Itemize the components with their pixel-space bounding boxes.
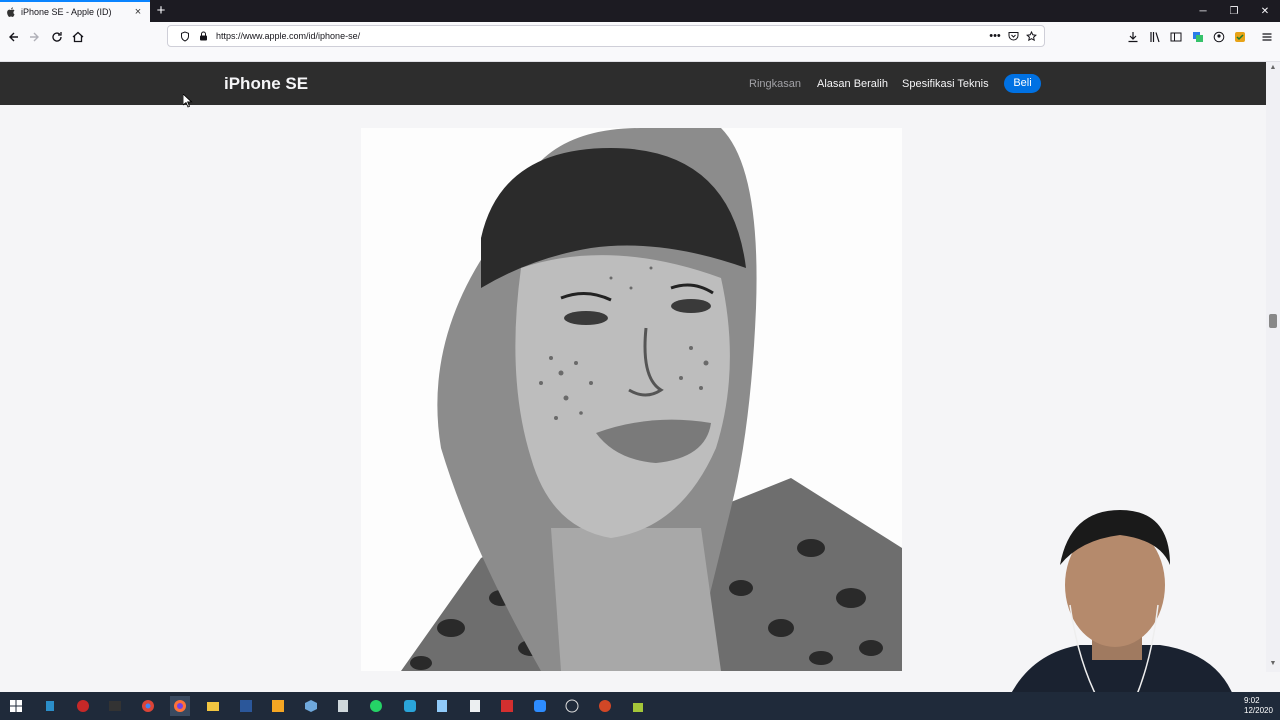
windows-taskbar: 9:02 12/2020 (0, 692, 1280, 720)
address-bar[interactable]: https://www.apple.com/id/iphone-se/ ••• (167, 25, 1045, 47)
nav-link-ringkasan[interactable]: Ringkasan (749, 78, 801, 90)
media-player-icon[interactable] (268, 696, 288, 716)
forward-arrow-icon[interactable] (24, 26, 46, 48)
home-icon[interactable] (67, 26, 89, 48)
library-icon[interactable] (1144, 26, 1166, 48)
powerpoint-icon[interactable] (595, 696, 615, 716)
hero-portrait-image (361, 128, 902, 671)
task-view-icon[interactable] (40, 696, 60, 716)
star-icon[interactable] (1024, 29, 1038, 43)
active-tab[interactable]: iPhone SE - Apple (ID) × (0, 0, 150, 22)
account-icon[interactable] (1208, 26, 1230, 48)
product-title[interactable]: iPhone SE (224, 74, 308, 94)
messaging-app-icon[interactable] (400, 696, 420, 716)
calculator-icon[interactable] (465, 696, 485, 716)
scroll-up-icon[interactable]: ▲ (1269, 64, 1277, 71)
notes-app-icon[interactable] (432, 696, 452, 716)
close-window-icon[interactable]: ✕ (1250, 0, 1280, 22)
nav-link-spesifikasi-teknis[interactable]: Spesifikasi Teknis (902, 78, 989, 90)
scroll-thumb[interactable] (1269, 314, 1277, 328)
mouse-cursor-icon (182, 93, 193, 108)
nav-link-alasan-beralih[interactable]: Alasan Beralih (817, 78, 888, 90)
tab-strip: iPhone SE - Apple (ID) × + ─ ❐ ✕ (0, 0, 1280, 22)
taskbar-clock[interactable]: 9:02 12/2020 (1244, 696, 1273, 716)
3d-app-icon[interactable] (301, 696, 321, 716)
firefox-icon[interactable] (170, 696, 190, 716)
reload-icon[interactable] (46, 26, 68, 48)
acrobat-icon[interactable] (497, 696, 517, 716)
whatsapp-icon[interactable] (366, 696, 386, 716)
chrome-icon[interactable] (138, 696, 158, 716)
download-icon[interactable] (1122, 26, 1144, 48)
minimize-icon[interactable]: ─ (1188, 0, 1218, 22)
apple-favicon-icon (6, 7, 16, 17)
document-app-icon[interactable] (333, 696, 353, 716)
ssd-app-icon[interactable] (105, 696, 125, 716)
buy-button[interactable]: Beli (1004, 74, 1041, 93)
extension-icon[interactable] (1229, 26, 1251, 48)
webcam-overlay (1000, 505, 1240, 720)
scroll-down-icon[interactable]: ▼ (1269, 660, 1277, 667)
close-tab-icon[interactable]: × (132, 6, 144, 18)
tab-title: iPhone SE - Apple (ID) (21, 7, 112, 17)
lock-icon[interactable] (196, 29, 210, 43)
zoom-icon[interactable] (530, 696, 550, 716)
translate-extension-icon[interactable] (1187, 26, 1209, 48)
sidebar-icon[interactable] (1165, 26, 1187, 48)
new-tab-icon[interactable]: + (152, 2, 170, 20)
page-scrollbar[interactable]: ▲ ▼ (1266, 62, 1280, 672)
camera-app-icon[interactable] (562, 696, 582, 716)
back-arrow-icon[interactable] (2, 26, 24, 48)
nav-toolbar: https://www.apple.com/id/iphone-se/ ••• (0, 22, 1280, 62)
more-dots-icon[interactable]: ••• (988, 29, 1002, 43)
shield-icon[interactable] (178, 29, 192, 43)
android-app-icon[interactable] (628, 696, 648, 716)
menu-icon[interactable] (1256, 26, 1278, 48)
url-text: https://www.apple.com/id/iphone-se/ (216, 31, 361, 41)
clock-time: 9:02 (1244, 696, 1260, 705)
record-app-icon[interactable] (73, 696, 93, 716)
pocket-icon[interactable] (1006, 29, 1020, 43)
clock-date: 12/2020 (1244, 706, 1273, 715)
word-icon[interactable] (236, 696, 256, 716)
file-explorer-icon[interactable] (203, 696, 223, 716)
windows-start-icon[interactable] (6, 696, 26, 716)
restore-icon[interactable]: ❐ (1219, 0, 1249, 22)
